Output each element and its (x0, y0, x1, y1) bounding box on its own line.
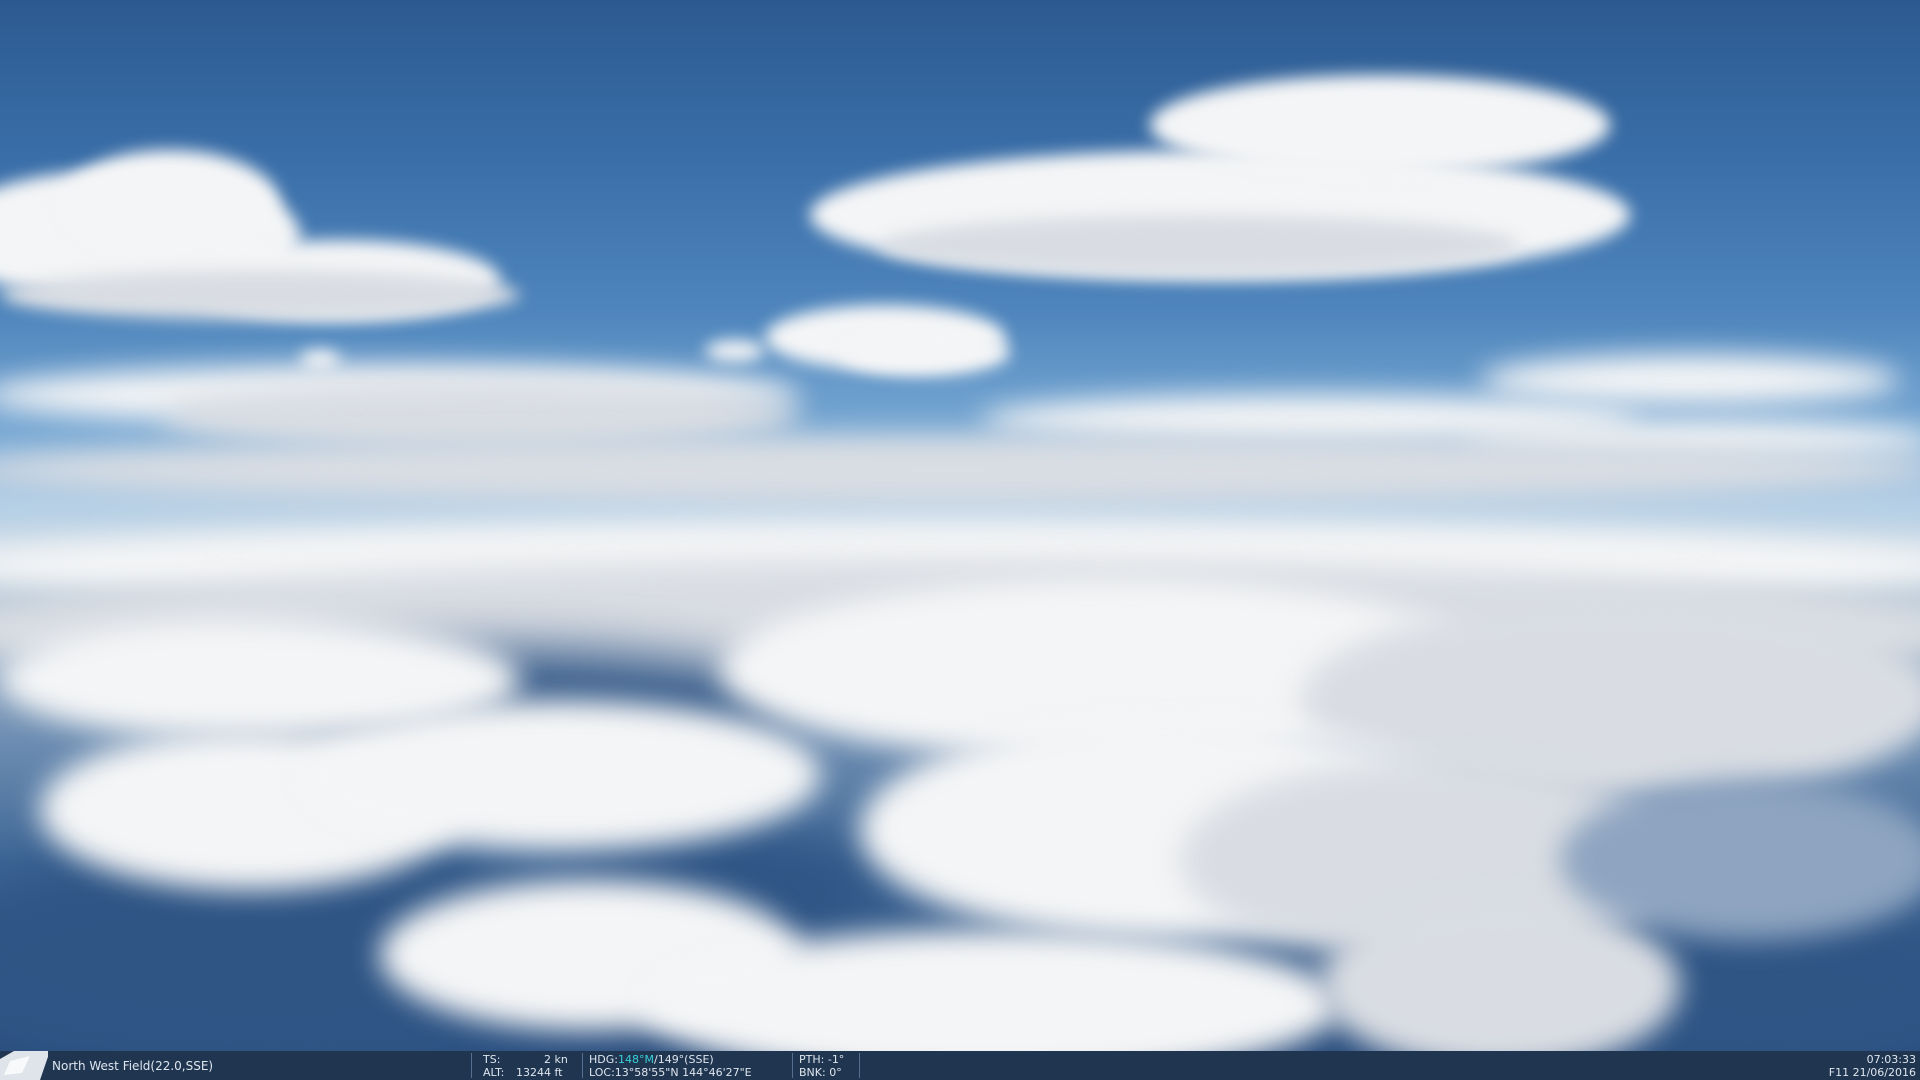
bnk-value: 0° (829, 1066, 842, 1079)
cloud (840, 330, 1010, 375)
pth-label: PTH: (799, 1053, 825, 1066)
flight-view (0, 0, 1920, 1051)
pth-value: -1° (827, 1053, 845, 1066)
cloud (0, 270, 520, 320)
time-date-readout: 07:03:33 F11 21/06/2016 (1829, 1053, 1916, 1079)
alt-label: ALT: (483, 1066, 505, 1079)
location-text: North West Field(22.0,SSE) (52, 1059, 214, 1073)
hdg-magnetic: 148°M (617, 1053, 654, 1066)
cloud (60, 150, 280, 260)
cloud (1560, 780, 1920, 940)
alt-value: 13244 (516, 1066, 551, 1079)
divider (582, 1053, 583, 1078)
heading-location-readout: HDG:148°M/149°(SSE) LOC:13°58'55"N 144°4… (589, 1053, 752, 1079)
cloud (1480, 355, 1900, 405)
cloud (705, 340, 765, 362)
divider (859, 1053, 860, 1078)
divider (471, 1053, 472, 1078)
cloud (300, 700, 820, 850)
attitude-readout: PTH: -1° BNK: 0° (799, 1053, 844, 1079)
bnk-label: BNK: (799, 1066, 826, 1079)
speed-altitude-readout: TS: 2 kn ALT: 13244 ft (483, 1053, 568, 1079)
alt-unit: ft (554, 1066, 563, 1079)
flight-status-bar: North West Field(22.0,SSE) TS: 2 kn ALT: 1… (0, 1051, 1920, 1080)
time-text: 07:03:33 (1866, 1053, 1916, 1066)
cloud (1150, 75, 1610, 175)
hdg-label: HDG: (589, 1053, 618, 1066)
simulator-logo-icon (0, 1051, 48, 1080)
ts-value: 2 (544, 1053, 551, 1066)
date-text: F11 21/06/2016 (1828, 1066, 1916, 1079)
cloud (0, 435, 1920, 505)
loc-value: 13°58'55"N 144°46'27"E (614, 1066, 752, 1079)
cloud (880, 215, 1520, 275)
loc-label: LOC: (589, 1066, 615, 1079)
ts-unit: kn (554, 1053, 568, 1066)
ts-label: TS: (483, 1053, 501, 1066)
divider (792, 1053, 793, 1078)
hdg-true: /149°(SSE) (653, 1053, 714, 1066)
